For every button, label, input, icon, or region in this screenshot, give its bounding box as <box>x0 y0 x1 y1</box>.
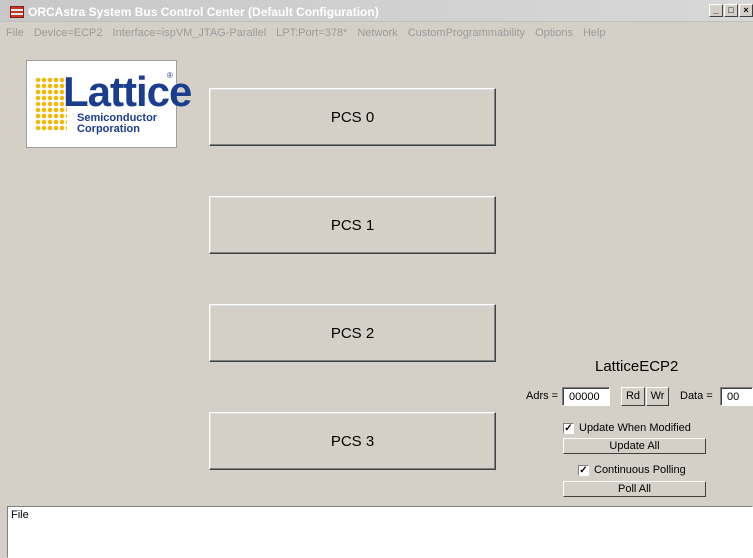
maximize-button[interactable]: □ <box>724 4 738 17</box>
continuous-polling-checkbox[interactable]: ✓ <box>578 464 589 476</box>
poll-all-button[interactable]: Poll All <box>563 481 706 497</box>
pcs-3-button[interactable]: PCS 3 <box>209 412 496 470</box>
menu-interface[interactable]: Interface=ispVM_JTAG-Parallel <box>113 27 267 39</box>
write-button[interactable]: Wr <box>646 387 669 406</box>
pcs-2-button[interactable]: PCS 2 <box>209 304 496 362</box>
data-label: Data = <box>680 390 713 402</box>
title-bar: ORCAstra System Bus Control Center (Defa… <box>0 0 753 22</box>
menu-file[interactable]: File <box>6 27 24 39</box>
logo-registered-mark: ® <box>167 71 173 80</box>
menu-lpt-port[interactable]: LPT:Port=378* <box>276 27 347 39</box>
window-controls: _ □ × <box>709 4 753 17</box>
menu-custom-programmability[interactable]: CustomProgrammability <box>408 27 525 39</box>
adrs-input[interactable]: 00000 <box>562 387 610 406</box>
menu-network[interactable]: Network <box>357 27 397 39</box>
minimize-button[interactable]: _ <box>709 4 723 17</box>
menu-options[interactable]: Options <box>535 27 573 39</box>
menu-bar: File Device=ECP2 Interface=ispVM_JTAG-Pa… <box>0 23 753 43</box>
status-log: File <box>7 506 753 558</box>
pcs-0-button[interactable]: PCS 0 <box>209 88 496 146</box>
data-input[interactable]: 00 <box>720 387 753 406</box>
update-all-button[interactable]: Update All <box>563 438 706 454</box>
logo-subtitle-line2: Corporation <box>77 123 140 135</box>
menu-help[interactable]: Help <box>583 27 606 39</box>
pcs-1-button[interactable]: PCS 1 <box>209 196 496 254</box>
read-button[interactable]: Rd <box>621 387 645 406</box>
window-title: ORCAstra System Bus Control Center (Defa… <box>28 5 379 19</box>
continuous-polling-row[interactable]: ✓ Continuous Polling <box>578 464 686 476</box>
update-when-modified-row[interactable]: ✓ Update When Modified <box>563 422 691 434</box>
app-icon[interactable] <box>10 6 24 18</box>
device-title: LatticeECP2 <box>595 358 679 375</box>
status-text: File <box>11 509 29 521</box>
lattice-logo: Lattice ® Semiconductor Corporation <box>26 60 192 148</box>
update-when-modified-label: Update When Modified <box>579 422 691 434</box>
continuous-polling-label: Continuous Polling <box>594 464 686 476</box>
update-when-modified-checkbox[interactable]: ✓ <box>563 422 574 434</box>
menu-device[interactable]: Device=ECP2 <box>34 27 103 39</box>
close-button[interactable]: × <box>739 4 753 17</box>
adrs-label: Adrs = <box>526 390 559 402</box>
logo-subtitle: Semiconductor Corporation <box>77 113 157 135</box>
